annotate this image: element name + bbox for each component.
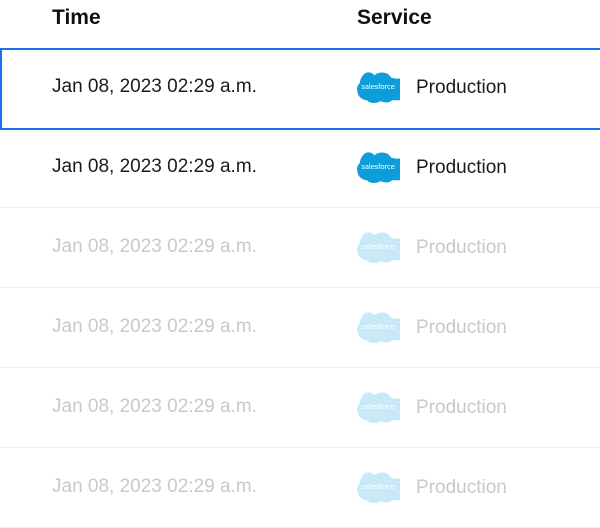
row-time: Jan 08, 2023 02:29 a.m. <box>52 156 257 177</box>
salesforce-logo-text: salesforce <box>361 403 395 411</box>
row-environment: Production <box>416 397 507 418</box>
salesforce-logo-text: salesforce <box>361 243 395 251</box>
table-body: Jan 08, 2023 02:29 a.m. salesforce Produ… <box>0 48 600 528</box>
row-time: Jan 08, 2023 02:29 a.m. <box>52 316 257 337</box>
table-row-6[interactable]: Jan 08, 2023 02:29 a.m. salesforce Produ… <box>0 448 600 528</box>
row-environment: Production <box>416 77 507 98</box>
column-header-service[interactable]: Service <box>357 6 432 30</box>
row-environment: Production <box>416 477 507 498</box>
table-row-4[interactable]: Jan 08, 2023 02:29 a.m. salesforce Produ… <box>0 288 600 368</box>
table-row-5[interactable]: Jan 08, 2023 02:29 a.m. salesforce Produ… <box>0 368 600 448</box>
table-row-1[interactable]: Jan 08, 2023 02:29 a.m. salesforce Produ… <box>0 48 600 130</box>
row-environment: Production <box>416 317 507 338</box>
salesforce-logo-text: salesforce <box>361 483 395 491</box>
table-row-3[interactable]: Jan 08, 2023 02:29 a.m. salesforce Produ… <box>0 208 600 288</box>
salesforce-cloud-icon: salesforce <box>356 312 400 344</box>
salesforce-logo-text: salesforce <box>361 163 395 171</box>
row-time: Jan 08, 2023 02:29 a.m. <box>52 76 257 97</box>
salesforce-cloud-icon: salesforce <box>356 472 400 504</box>
row-service: salesforce Production <box>356 388 507 428</box>
row-time: Jan 08, 2023 02:29 a.m. <box>52 236 257 257</box>
row-environment: Production <box>416 237 507 258</box>
row-time: Jan 08, 2023 02:29 a.m. <box>52 396 257 417</box>
salesforce-cloud-icon: salesforce <box>356 392 400 424</box>
row-service: salesforce Production <box>356 468 507 508</box>
row-service: salesforce Production <box>356 228 507 268</box>
column-header-time[interactable]: Time <box>52 6 101 30</box>
row-service: salesforce Production <box>356 68 507 108</box>
salesforce-cloud-icon: salesforce <box>356 152 400 184</box>
table-header: Time Service <box>0 0 600 40</box>
table-row-2[interactable]: Jan 08, 2023 02:29 a.m. salesforce Produ… <box>0 128 600 208</box>
salesforce-logo-text: salesforce <box>361 83 395 91</box>
row-time: Jan 08, 2023 02:29 a.m. <box>52 476 257 497</box>
row-service: salesforce Production <box>356 308 507 348</box>
row-service: salesforce Production <box>356 148 507 188</box>
row-environment: Production <box>416 157 507 178</box>
salesforce-logo-text: salesforce <box>361 323 395 331</box>
salesforce-cloud-icon: salesforce <box>356 72 400 104</box>
salesforce-cloud-icon: salesforce <box>356 232 400 264</box>
activity-table: Time Service Jan 08, 2023 02:29 a.m. sal… <box>0 0 600 528</box>
